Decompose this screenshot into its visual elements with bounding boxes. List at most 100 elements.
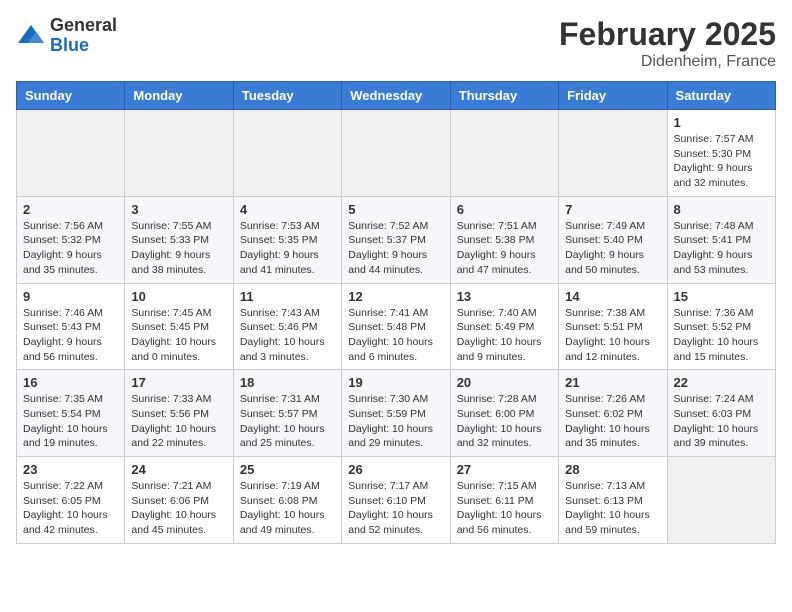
calendar-week-row: 2 Sunrise: 7:56 AM Sunset: 5:32 PM Daylig…: [17, 196, 776, 283]
calendar-cell: 13 Sunrise: 7:40 AM Sunset: 5:49 PM Dayli…: [450, 283, 558, 370]
day-info: Sunrise: 7:38 AM Sunset: 5:51 PM Dayligh…: [565, 306, 660, 365]
month-title: February 2025: [559, 16, 776, 53]
calendar-header-row: SundayMondayTuesdayWednesdayThursdayFrid…: [17, 82, 776, 110]
logo-icon: [16, 21, 46, 51]
calendar-cell: 22 Sunrise: 7:24 AM Sunset: 6:03 PM Dayli…: [667, 370, 775, 457]
day-info: Sunrise: 7:33 AM Sunset: 5:56 PM Dayligh…: [131, 392, 226, 451]
day-info: Sunrise: 7:17 AM Sunset: 6:10 PM Dayligh…: [348, 479, 443, 538]
location: Didenheim, France: [559, 53, 776, 71]
calendar-cell: 21 Sunrise: 7:26 AM Sunset: 6:02 PM Dayli…: [559, 370, 667, 457]
day-info: Sunrise: 7:55 AM Sunset: 5:33 PM Dayligh…: [131, 219, 226, 278]
day-number: 15: [674, 289, 769, 304]
day-info: Sunrise: 7:56 AM Sunset: 5:32 PM Dayligh…: [23, 219, 118, 278]
day-number: 2: [23, 202, 118, 217]
calendar-cell: 19 Sunrise: 7:30 AM Sunset: 5:59 PM Dayli…: [342, 370, 450, 457]
day-number: 6: [457, 202, 552, 217]
calendar-day-header: Tuesday: [233, 82, 341, 110]
day-number: 10: [131, 289, 226, 304]
day-info: Sunrise: 7:31 AM Sunset: 5:57 PM Dayligh…: [240, 392, 335, 451]
calendar-cell: 10 Sunrise: 7:45 AM Sunset: 5:45 PM Dayli…: [125, 283, 233, 370]
day-info: Sunrise: 7:28 AM Sunset: 6:00 PM Dayligh…: [457, 392, 552, 451]
day-info: Sunrise: 7:30 AM Sunset: 5:59 PM Dayligh…: [348, 392, 443, 451]
title-block: February 2025 Didenheim, France: [559, 16, 776, 71]
day-info: Sunrise: 7:40 AM Sunset: 5:49 PM Dayligh…: [457, 306, 552, 365]
day-info: Sunrise: 7:19 AM Sunset: 6:08 PM Dayligh…: [240, 479, 335, 538]
calendar-day-header: Thursday: [450, 82, 558, 110]
day-number: 20: [457, 375, 552, 390]
calendar-cell: [450, 110, 558, 197]
calendar-cell: 27 Sunrise: 7:15 AM Sunset: 6:11 PM Dayli…: [450, 457, 558, 544]
day-info: Sunrise: 7:46 AM Sunset: 5:43 PM Dayligh…: [23, 306, 118, 365]
calendar-cell: 26 Sunrise: 7:17 AM Sunset: 6:10 PM Dayli…: [342, 457, 450, 544]
day-number: 24: [131, 462, 226, 477]
calendar-cell: 17Sunrise: 7:33 AM Sunset: 5:56 PM Dayli…: [125, 370, 233, 457]
day-info: Sunrise: 7:41 AM Sunset: 5:48 PM Dayligh…: [348, 306, 443, 365]
day-number: 1: [674, 115, 769, 130]
day-info: Sunrise: 7:52 AM Sunset: 5:37 PM Dayligh…: [348, 219, 443, 278]
calendar-cell: 1 Sunrise: 7:57 AM Sunset: 5:30 PM Daylig…: [667, 110, 775, 197]
calendar-cell: 5 Sunrise: 7:52 AM Sunset: 5:37 PM Daylig…: [342, 196, 450, 283]
day-number: 3: [131, 202, 226, 217]
day-info: Sunrise: 7:43 AM Sunset: 5:46 PM Dayligh…: [240, 306, 335, 365]
day-number: 8: [674, 202, 769, 217]
day-number: 19: [348, 375, 443, 390]
calendar-cell: 11Sunrise: 7:43 AM Sunset: 5:46 PM Dayli…: [233, 283, 341, 370]
day-number: 7: [565, 202, 660, 217]
calendar-cell: [559, 110, 667, 197]
calendar-cell: 12Sunrise: 7:41 AM Sunset: 5:48 PM Dayli…: [342, 283, 450, 370]
day-info: Sunrise: 7:49 AM Sunset: 5:40 PM Dayligh…: [565, 219, 660, 278]
day-number: 9: [23, 289, 118, 304]
calendar-cell: [125, 110, 233, 197]
day-number: 22: [674, 375, 769, 390]
calendar-cell: [17, 110, 125, 197]
day-number: 16: [23, 375, 118, 390]
day-number: 14: [565, 289, 660, 304]
calendar-cell: [667, 457, 775, 544]
logo: General Blue: [16, 16, 117, 56]
day-number: 26: [348, 462, 443, 477]
day-number: 23: [23, 462, 118, 477]
day-number: 27: [457, 462, 552, 477]
day-number: 5: [348, 202, 443, 217]
day-number: 18: [240, 375, 335, 390]
calendar-week-row: 1 Sunrise: 7:57 AM Sunset: 5:30 PM Daylig…: [17, 110, 776, 197]
day-info: Sunrise: 7:53 AM Sunset: 5:35 PM Dayligh…: [240, 219, 335, 278]
day-info: Sunrise: 7:48 AM Sunset: 5:41 PM Dayligh…: [674, 219, 769, 278]
calendar-cell: 4Sunrise: 7:53 AM Sunset: 5:35 PM Daylig…: [233, 196, 341, 283]
calendar-cell: 25Sunrise: 7:19 AM Sunset: 6:08 PM Dayli…: [233, 457, 341, 544]
day-info: Sunrise: 7:57 AM Sunset: 5:30 PM Dayligh…: [674, 132, 769, 191]
calendar-day-header: Friday: [559, 82, 667, 110]
calendar-day-header: Monday: [125, 82, 233, 110]
calendar-cell: 20 Sunrise: 7:28 AM Sunset: 6:00 PM Dayli…: [450, 370, 558, 457]
calendar-day-header: Sunday: [17, 82, 125, 110]
day-number: 28: [565, 462, 660, 477]
logo-text: General Blue: [50, 16, 117, 56]
day-info: Sunrise: 7:26 AM Sunset: 6:02 PM Dayligh…: [565, 392, 660, 451]
logo-blue: Blue: [50, 36, 117, 56]
calendar-cell: [233, 110, 341, 197]
day-info: Sunrise: 7:22 AM Sunset: 6:05 PM Dayligh…: [23, 479, 118, 538]
calendar-cell: 16Sunrise: 7:35 AM Sunset: 5:54 PM Dayli…: [17, 370, 125, 457]
calendar-day-header: Wednesday: [342, 82, 450, 110]
day-info: Sunrise: 7:45 AM Sunset: 5:45 PM Dayligh…: [131, 306, 226, 365]
calendar-cell: [342, 110, 450, 197]
calendar-cell: 3 Sunrise: 7:55 AM Sunset: 5:33 PM Daylig…: [125, 196, 233, 283]
calendar-cell: 7 Sunrise: 7:49 AM Sunset: 5:40 PM Daylig…: [559, 196, 667, 283]
calendar-cell: 6Sunrise: 7:51 AM Sunset: 5:38 PM Daylig…: [450, 196, 558, 283]
calendar-week-row: 9 Sunrise: 7:46 AM Sunset: 5:43 PM Daylig…: [17, 283, 776, 370]
day-number: 13: [457, 289, 552, 304]
calendar-cell: 18 Sunrise: 7:31 AM Sunset: 5:57 PM Dayli…: [233, 370, 341, 457]
calendar-cell: 23 Sunrise: 7:22 AM Sunset: 6:05 PM Dayli…: [17, 457, 125, 544]
calendar-cell: 15 Sunrise: 7:36 AM Sunset: 5:52 PM Dayli…: [667, 283, 775, 370]
calendar-table: SundayMondayTuesdayWednesdayThursdayFrid…: [16, 81, 776, 544]
day-info: Sunrise: 7:13 AM Sunset: 6:13 PM Dayligh…: [565, 479, 660, 538]
day-info: Sunrise: 7:15 AM Sunset: 6:11 PM Dayligh…: [457, 479, 552, 538]
calendar-cell: 24Sunrise: 7:21 AM Sunset: 6:06 PM Dayli…: [125, 457, 233, 544]
calendar-week-row: 16Sunrise: 7:35 AM Sunset: 5:54 PM Dayli…: [17, 370, 776, 457]
calendar-cell: 14 Sunrise: 7:38 AM Sunset: 5:51 PM Dayli…: [559, 283, 667, 370]
calendar-week-row: 23 Sunrise: 7:22 AM Sunset: 6:05 PM Dayli…: [17, 457, 776, 544]
day-number: 21: [565, 375, 660, 390]
calendar-cell: 28 Sunrise: 7:13 AM Sunset: 6:13 PM Dayli…: [559, 457, 667, 544]
day-info: Sunrise: 7:24 AM Sunset: 6:03 PM Dayligh…: [674, 392, 769, 451]
day-info: Sunrise: 7:36 AM Sunset: 5:52 PM Dayligh…: [674, 306, 769, 365]
